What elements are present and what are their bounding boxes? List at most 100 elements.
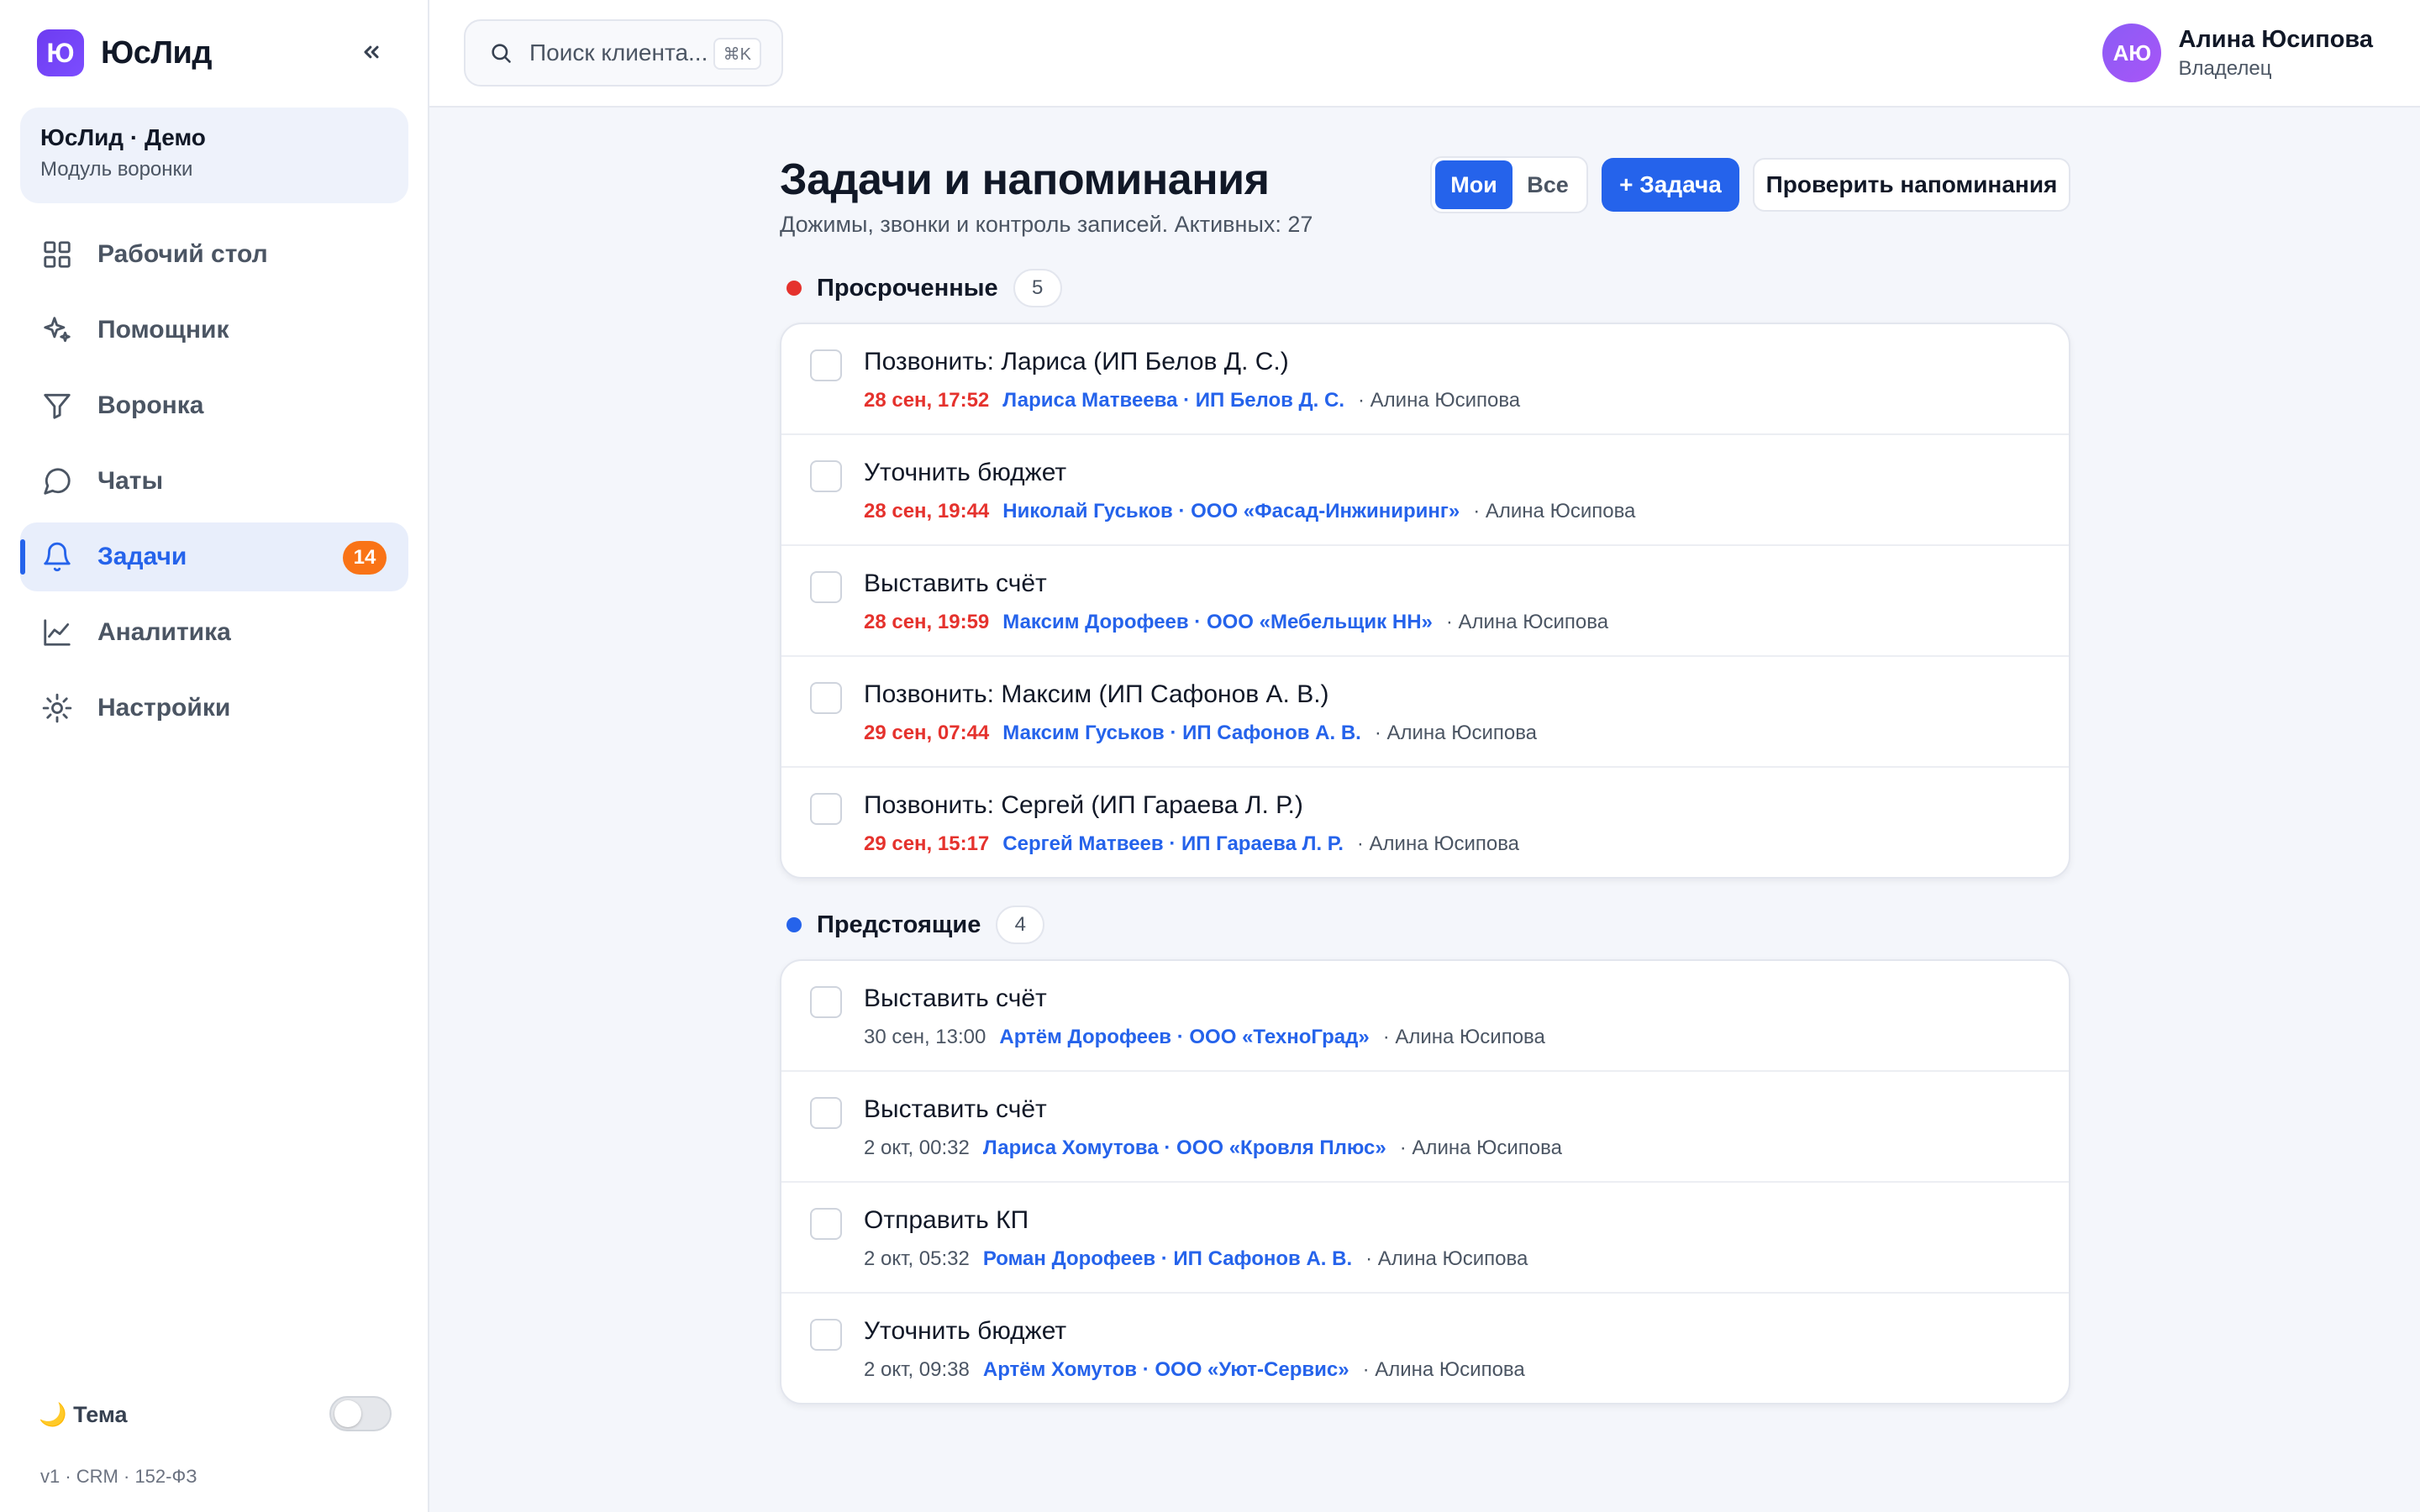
overdue-dot <box>786 281 802 296</box>
task-meta: 30 сен, 13:00 Артём Дорофеев · ООО «Техн… <box>864 1026 1545 1049</box>
task-meta: 29 сен, 15:17 Сергей Матвеев · ИП Гараев… <box>864 832 1519 856</box>
task-title: Позвонить: Сергей (ИП Гараева Л. Р.) <box>864 791 1303 819</box>
brand-name: ЮсЛид <box>101 34 212 71</box>
task-owner: · Алина Юсипова <box>1357 389 1521 412</box>
filter-all-button[interactable]: Все <box>1512 160 1583 209</box>
task-checkbox[interactable] <box>810 460 842 492</box>
task-checkbox[interactable] <box>810 1319 842 1351</box>
task-row[interactable]: Уточнить бюджет 2 окт, 09:38 Артём Хомут… <box>781 1294 2069 1403</box>
task-client-link[interactable]: Лариса Матвеева · ИП Белов Д. С. <box>1002 389 1344 412</box>
task-client-link[interactable]: Максим Дорофеев · ООО «Мебельщик НН» <box>1002 611 1433 634</box>
task-meta: 29 сен, 07:44 Максим Гуськов · ИП Сафоно… <box>864 722 1537 745</box>
sidebar-item-settings[interactable]: Настройки <box>20 674 408 743</box>
task-row[interactable]: Позвонить: Сергей (ИП Гараева Л. Р.) 29 … <box>781 768 2069 877</box>
task-owner: · Алина Юсипова <box>1362 1358 1525 1381</box>
upcoming-task-list: Выставить счёт 30 сен, 13:00 Артём Дороф… <box>780 959 2070 1404</box>
task-row[interactable]: Позвонить: Максим (ИП Сафонов А. В.) 29 … <box>781 657 2069 768</box>
task-checkbox[interactable] <box>810 986 842 1018</box>
search-icon <box>492 44 511 63</box>
task-client-link[interactable]: Артём Хомутов · ООО «Уют-Сервис» <box>983 1358 1349 1382</box>
search-input[interactable]: Поиск клиента... ⌘K <box>464 19 783 87</box>
task-client-link[interactable]: Роман Дорофеев · ИП Сафонов А. В. <box>983 1247 1352 1271</box>
brand[interactable]: Ю ЮсЛид <box>37 29 212 76</box>
task-owner: · Алина Юсипова <box>1473 500 1636 522</box>
tasks-count-badge: 14 <box>343 541 387 575</box>
task-due: 29 сен, 07:44 <box>864 722 990 744</box>
task-checkbox[interactable] <box>810 793 842 825</box>
sidebar-nav: Рабочий стол Помощник Воронка Чаты Задач… <box>20 220 408 749</box>
page-subtitle: Дожимы, звонки и контроль записей. Актив… <box>780 212 1313 237</box>
task-client-link[interactable]: Сергей Матвеев · ИП Гараева Л. Р. <box>1002 832 1344 856</box>
sidebar: Ю ЮсЛид ЮсЛид · Демо Модуль воронки Рабо… <box>0 0 429 1512</box>
filter-mine-button[interactable]: Мои <box>1435 160 1512 209</box>
task-checkbox[interactable] <box>810 1097 842 1129</box>
theme-toggle[interactable] <box>329 1396 392 1431</box>
task-meta: 28 сен, 17:52 Лариса Матвеева · ИП Белов… <box>864 389 1520 412</box>
task-checkbox[interactable] <box>810 682 842 714</box>
section-title: Предстоящие <box>817 911 981 938</box>
user-role: Владелец <box>2178 56 2272 80</box>
check-reminders-button[interactable]: Проверить напоминания <box>1753 158 2070 212</box>
task-meta: 28 сен, 19:44 Николай Гуськов · ООО «Фас… <box>864 500 1635 523</box>
section-overdue-header: Просроченные 5 <box>786 269 1062 307</box>
task-checkbox[interactable] <box>810 1208 842 1240</box>
task-client-link[interactable]: Максим Гуськов · ИП Сафонов А. В. <box>1002 722 1361 745</box>
sparkle-icon <box>40 313 74 347</box>
filter-icon <box>40 389 74 423</box>
task-row[interactable]: Выставить счёт 30 сен, 13:00 Артём Дороф… <box>781 961 2069 1072</box>
user-menu[interactable]: АЮ Алина Юсипова Владелец <box>2102 24 2373 82</box>
version-label: v1 · CRM · 152-ФЗ <box>40 1466 197 1487</box>
task-row[interactable]: Выставить счёт 28 сен, 19:59 Максим Доро… <box>781 546 2069 657</box>
task-due: 28 сен, 19:59 <box>864 611 990 633</box>
task-row[interactable]: Отправить КП 2 окт, 05:32 Роман Дорофеев… <box>781 1183 2069 1294</box>
task-row[interactable]: Уточнить бюджет 28 сен, 19:44 Николай Гу… <box>781 435 2069 546</box>
task-title: Выставить счёт <box>864 1095 1047 1123</box>
task-checkbox[interactable] <box>810 349 842 381</box>
sidebar-item-label: Воронка <box>97 391 204 419</box>
task-due: 2 окт, 09:38 <box>864 1358 970 1381</box>
task-due: 29 сен, 15:17 <box>864 832 990 855</box>
task-client-link[interactable]: Артём Дорофеев · ООО «ТехноГрад» <box>999 1026 1369 1049</box>
add-task-button[interactable]: + Задача <box>1602 158 1739 212</box>
toggle-knob <box>334 1400 361 1427</box>
task-checkbox[interactable] <box>810 571 842 603</box>
double-chevron-left-icon <box>364 45 379 59</box>
task-owner: · Алина Юсипова <box>1356 832 1520 855</box>
task-meta: 28 сен, 19:59 Максим Дорофеев · ООО «Меб… <box>864 611 1608 634</box>
chart-icon <box>40 616 74 649</box>
user-name: Алина Юсипова <box>2178 25 2373 53</box>
page-title: Задачи и напоминания <box>780 155 1270 204</box>
sidebar-item-chats[interactable]: Чаты <box>20 447 408 516</box>
sidebar-item-tasks[interactable]: Задачи 14 <box>20 522 408 591</box>
task-title: Выставить счёт <box>864 984 1047 1012</box>
task-meta: 2 окт, 09:38 Артём Хомутов · ООО «Уют-Се… <box>864 1358 1525 1382</box>
task-due: 2 окт, 00:32 <box>864 1137 970 1159</box>
task-owner: · Алина Юсипова <box>1365 1247 1528 1270</box>
sidebar-item-analytics[interactable]: Аналитика <box>20 598 408 667</box>
workspace-switcher[interactable]: ЮсЛид · Демо Модуль воронки <box>20 108 408 203</box>
task-client-link[interactable]: Николай Гуськов · ООО «Фасад-Инжиниринг» <box>1002 500 1460 523</box>
workspace-subtitle: Модуль воронки <box>40 158 193 181</box>
section-count-badge: 5 <box>1013 269 1062 307</box>
overdue-task-list: Позвонить: Лариса (ИП Белов Д. С.) 28 се… <box>780 323 2070 879</box>
section-count-badge: 4 <box>996 906 1045 944</box>
sidebar-item-desktop[interactable]: Рабочий стол <box>20 220 408 289</box>
task-filter-segmented: Мои Все <box>1430 156 1588 213</box>
task-title: Позвонить: Максим (ИП Сафонов А. В.) <box>864 680 1329 708</box>
task-row[interactable]: Позвонить: Лариса (ИП Белов Д. С.) 28 се… <box>781 324 2069 435</box>
upcoming-dot <box>786 917 802 932</box>
user-info: Алина Юсипова Владелец <box>2178 26 2373 81</box>
task-row[interactable]: Выставить счёт 2 окт, 00:32 Лариса Хомут… <box>781 1072 2069 1183</box>
sidebar-item-assistant[interactable]: Помощник <box>20 296 408 365</box>
task-due: 2 окт, 05:32 <box>864 1247 970 1270</box>
task-title: Выставить счёт <box>864 570 1047 597</box>
collapse-sidebar-button[interactable] <box>356 37 387 67</box>
task-due: 28 сен, 19:44 <box>864 500 990 522</box>
topbar: Поиск клиента... ⌘K АЮ Алина Юсипова Вла… <box>429 0 2420 108</box>
sidebar-item-funnel[interactable]: Воронка <box>20 371 408 440</box>
task-owner: · Алина Юсипова <box>1399 1137 1562 1159</box>
search-shortcut: ⌘K <box>713 38 761 70</box>
task-client-link[interactable]: Лариса Хомутова · ООО «Кровля Плюс» <box>983 1137 1386 1160</box>
task-owner: · Алина Юсипова <box>1382 1026 1545 1048</box>
chat-icon <box>40 465 74 498</box>
